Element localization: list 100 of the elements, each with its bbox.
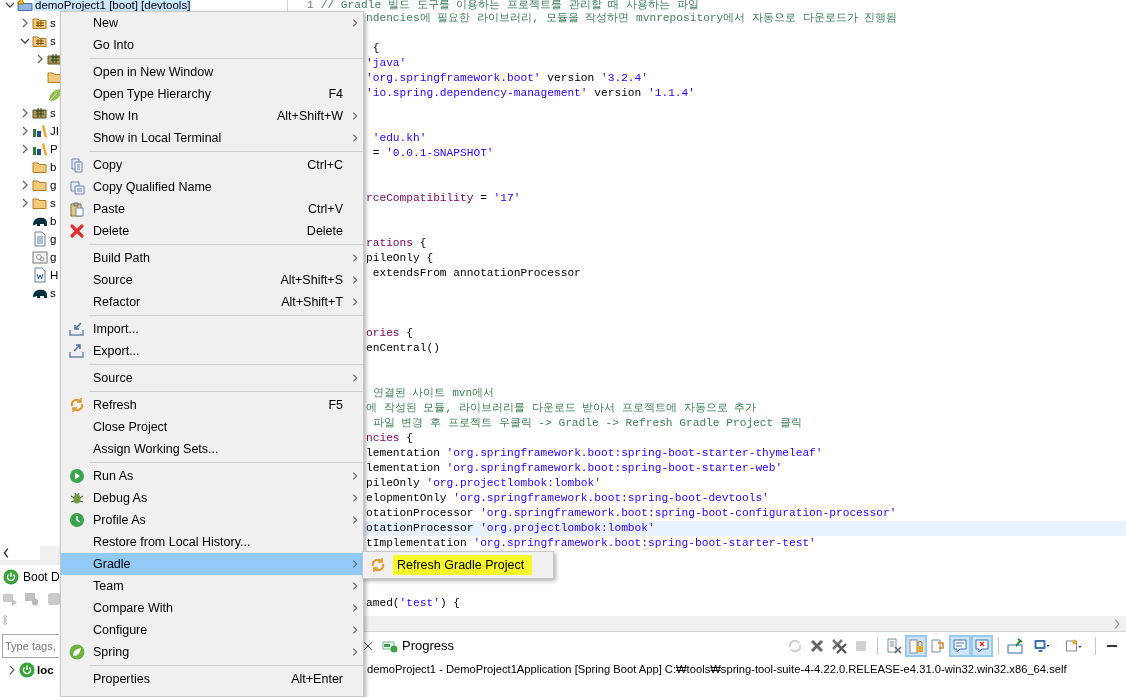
tree-item[interactable]: s <box>49 35 57 47</box>
menu-item[interactable]: Refresh Gradle Project <box>363 554 553 576</box>
package-icon <box>32 105 48 121</box>
menu-item[interactable]: Show In Alt+Shift+W <box>61 105 363 127</box>
remove-all-icon[interactable] <box>829 636 849 656</box>
code-line: 'io.spring.dependency-management' version '1.1.4' <box>365 86 696 101</box>
menu-item[interactable]: Assign Working Sets... <box>61 438 363 460</box>
tree-item[interactable]: loc <box>36 664 55 676</box>
menu-item[interactable]: Configure <box>61 619 363 641</box>
run-icon <box>69 468 85 484</box>
menu-item[interactable]: Source Alt+Shift+S <box>61 269 363 291</box>
folder-icon <box>32 159 48 175</box>
code-line: otationProcessor 'org.springframework.boot:spring-boot-configuration-processor' <box>365 506 898 521</box>
tree-item[interactable]: JI <box>49 125 60 137</box>
stderr-icon[interactable] <box>972 636 992 656</box>
menu-item[interactable]: Refresh F5 <box>61 394 363 416</box>
menu-item-label: Profile As <box>93 511 147 529</box>
tree-item[interactable]: b <box>49 215 58 227</box>
shortcut-label: Alt+Enter <box>291 670 344 688</box>
menu-item-label: Open in New Window <box>93 63 215 81</box>
tree-item[interactable]: g <box>49 179 58 191</box>
menu-item[interactable]: Open Type Hierarchy F4 <box>61 83 363 105</box>
menu-item[interactable]: Source <box>61 367 363 389</box>
shortcut-label: F4 <box>328 85 344 103</box>
tree-item[interactable]: s <box>49 107 57 119</box>
code-line: = '0.0.1-SNAPSHOT' <box>371 146 495 161</box>
clock-icon <box>69 512 85 528</box>
menu-item-label: Close Project <box>93 418 169 436</box>
menu-item[interactable]: Profile As <box>61 509 363 531</box>
menu-item-label: Configure <box>93 621 149 639</box>
tree-item[interactable]: s <box>49 287 57 299</box>
menu-item[interactable]: Copy Ctrl+C <box>61 154 363 176</box>
menu-item[interactable]: Show in Local Terminal <box>61 127 363 149</box>
menu-item[interactable]: Run As <box>61 465 363 487</box>
tree-item[interactable]: g <box>49 251 58 263</box>
menu-item[interactable]: Restore from Local History... <box>61 531 363 553</box>
menu-item[interactable]: Go Into <box>61 34 363 56</box>
menu-item[interactable]: Spring <box>61 641 363 663</box>
code-line: ories { <box>365 326 414 341</box>
pin-icon[interactable] <box>1005 636 1025 656</box>
menu-item-label: Refresh <box>93 396 138 414</box>
code-line: extendsFrom annotationProcessor <box>371 266 582 281</box>
progress-tab[interactable]: Progress <box>402 636 455 656</box>
tree-item[interactable]: demoProject1 [boot] [devtools] <box>34 0 192 11</box>
menu-item-label: Source <box>93 369 134 387</box>
menu-item-label: Compare With <box>93 599 174 617</box>
code-line: lementation 'org.springframework.boot:spring-boot-starter-thymeleaf' <box>365 446 824 461</box>
folder-icon <box>32 177 48 193</box>
tab-title[interactable]: Boot D <box>23 568 60 586</box>
refresh-icon <box>69 397 85 413</box>
menu-item[interactable]: Import... <box>61 318 363 340</box>
menu-item-label: Import... <box>93 320 140 338</box>
menu-item[interactable]: Compare With <box>61 597 363 619</box>
code-line: 'java' <box>365 56 408 71</box>
menu-item[interactable]: Close Project <box>61 416 363 438</box>
shortcut-label: Alt+Shift+W <box>277 107 344 125</box>
code-line: 파일 변경 후 프로젝트 우클릭 -> Gradle -> Refresh Gradle Project 클릭 <box>371 416 803 431</box>
shortcut-label: Ctrl+V <box>307 200 344 218</box>
filter-field[interactable]: Type tags, <box>2 634 59 658</box>
menu-item[interactable]: Gradle <box>61 553 363 575</box>
menu-item[interactable]: Team <box>61 575 363 597</box>
menu-item[interactable]: Properties Alt+Enter <box>61 668 363 690</box>
code-line: pileOnly 'org.projectlombok:lombok' <box>365 476 602 491</box>
code-line: rceCompatibility = '17' <box>365 191 522 206</box>
tree-item[interactable]: P <box>49 143 59 155</box>
folder-icon <box>32 195 48 211</box>
menu-item[interactable]: Export... <box>61 340 363 362</box>
menu-item-label: Refresh Gradle Project <box>393 554 533 576</box>
menu-item-label: Go Into <box>93 36 135 54</box>
refresh-icon <box>370 557 386 573</box>
console-output: demoProject1 - DemoProject1Application [Spring Boot App] C:₩tools₩spring-tool-suite-4-4.22.0.RELEASE-e4.31.0-win32.win32.x86_64.self <box>366 662 1068 677</box>
bug-icon <box>69 490 85 506</box>
settings-file-icon <box>32 249 48 265</box>
close-icon[interactable] <box>362 640 374 652</box>
power-icon <box>19 662 35 678</box>
code-line: enCentral() <box>365 341 441 356</box>
menu-item-label: Build Path <box>93 249 151 267</box>
menu-item[interactable]: Paste Ctrl+V <box>61 198 363 220</box>
menu-item[interactable]: Refactor Alt+Shift+T <box>61 291 363 313</box>
code-line: elopmentOnly 'org.springframework.boot:spring-boot-devtools' <box>365 491 770 506</box>
menu-item[interactable]: New <box>61 12 363 34</box>
tree-item[interactable]: s <box>49 17 57 29</box>
tree-item[interactable]: g <box>49 233 58 245</box>
menu-item-label: Refactor <box>93 293 142 311</box>
code-line: tImplementation 'org.springframework.boot:spring-boot-starter-test' <box>365 536 817 551</box>
tree-item[interactable]: s <box>49 197 57 209</box>
code-line: lementation 'org.springframework.boot:spring-boot-starter-web' <box>365 461 784 476</box>
menu-item[interactable]: Build Path <box>61 247 363 269</box>
clear-console-icon[interactable] <box>884 636 904 656</box>
menu-item[interactable]: Open in New Window <box>61 61 363 83</box>
menu-item-label: Open Type Hierarchy <box>93 85 212 103</box>
menu-item[interactable]: Copy Qualified Name <box>61 176 363 198</box>
tree-item[interactable]: b <box>49 161 58 173</box>
menu-item-label: Assign Working Sets... <box>93 440 220 458</box>
menu-item-label: Export... <box>93 342 141 360</box>
books-icon <box>32 141 48 157</box>
menu-item[interactable]: Delete Delete <box>61 220 363 242</box>
tree-item[interactable]: H <box>49 269 60 281</box>
project-icon <box>17 0 33 13</box>
menu-item[interactable]: Debug As <box>61 487 363 509</box>
